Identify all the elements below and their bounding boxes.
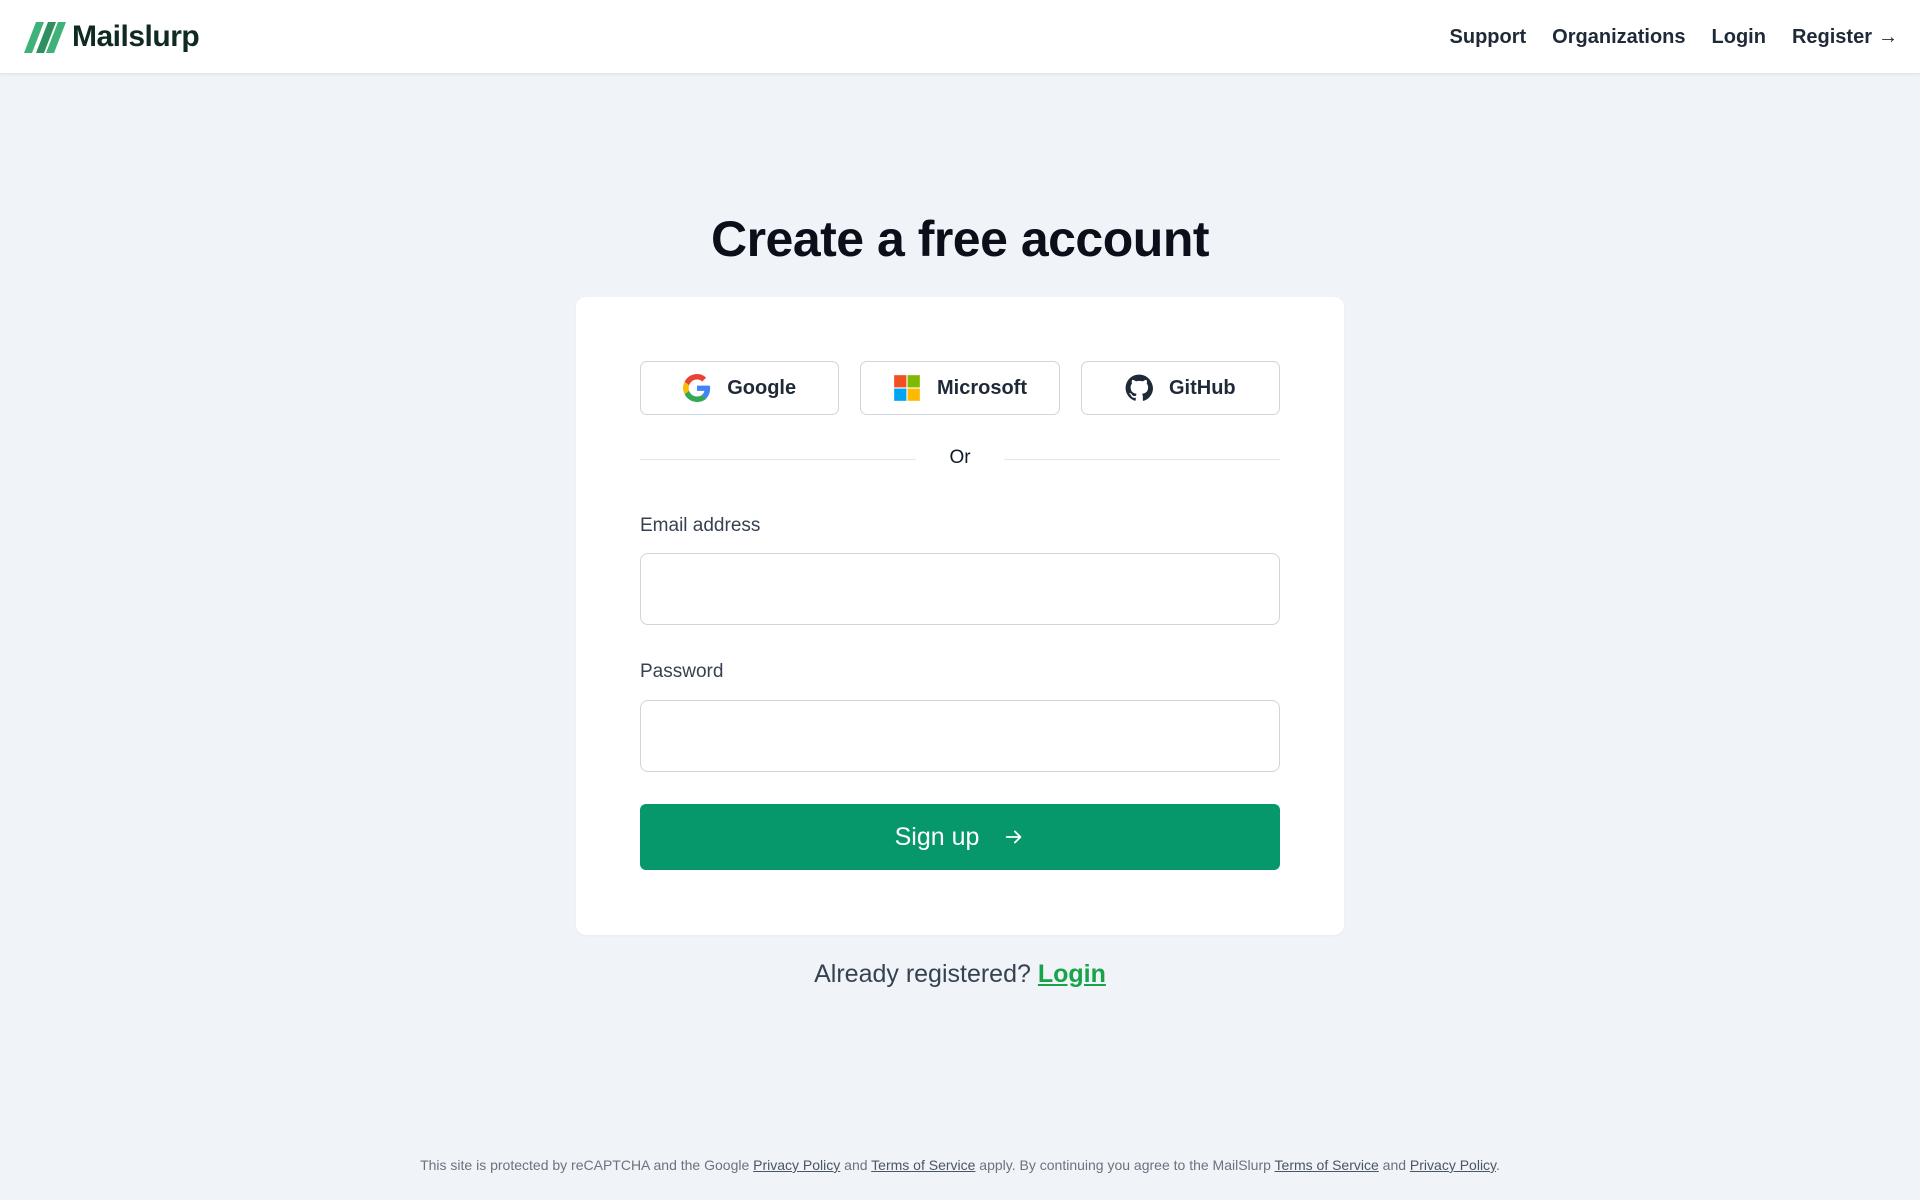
brand-logo[interactable]: Mailslurp <box>22 18 200 56</box>
microsoft-signin-button[interactable]: Microsoft <box>860 361 1060 415</box>
sign-up-label: Sign up <box>894 822 980 851</box>
footer-text-1: This site is protected by reCAPTCHA and … <box>420 1157 754 1173</box>
email-label: Email address <box>640 515 761 536</box>
signup-card: Google Microsoft GitHub Or Email address… <box>576 297 1344 935</box>
email-field[interactable] <box>640 553 1280 625</box>
microsoft-label: Microsoft <box>936 376 1027 399</box>
footer-text-2: apply. By continuing you agree to the Ma… <box>975 1157 1275 1173</box>
brand-name: Mailslurp <box>72 20 200 53</box>
google-terms-link[interactable]: Terms of Service <box>871 1157 975 1173</box>
recaptcha-footer: This site is protected by reCAPTCHA and … <box>0 1157 1920 1173</box>
footer-and-1: and <box>840 1157 872 1173</box>
nav-login[interactable]: Login <box>1712 26 1766 49</box>
top-navbar: Mailslurp Support Organizations Login Re… <box>0 0 1920 74</box>
nav-organizations[interactable]: Organizations <box>1552 26 1685 49</box>
footer-and-2: and <box>1378 1157 1410 1173</box>
github-signin-button[interactable]: GitHub <box>1080 361 1280 415</box>
mailslurp-privacy-link[interactable]: Privacy Policy <box>1410 1157 1496 1173</box>
google-label: Google <box>727 376 797 399</box>
page-title: Create a free account <box>710 211 1210 267</box>
sign-up-button[interactable]: Sign up <box>640 804 1280 870</box>
nav-register-label: Register <box>1791 25 1872 48</box>
google-signin-button[interactable]: Google <box>640 361 840 415</box>
password-label: Password <box>640 661 724 682</box>
already-registered-text: Already registered? <box>814 960 1031 988</box>
or-divider: Or <box>640 447 1280 471</box>
divider-line-right <box>1004 459 1280 460</box>
arrow-right-icon: → <box>1878 25 1898 48</box>
divider-text: Or <box>949 447 971 468</box>
microsoft-icon <box>894 375 920 401</box>
github-label: GitHub <box>1168 376 1236 399</box>
arrow-right-icon <box>1006 830 1022 844</box>
footer-end: . <box>1496 1157 1500 1173</box>
password-field[interactable] <box>640 700 1280 772</box>
oauth-buttons: Google Microsoft GitHub <box>640 361 1280 415</box>
mailslurp-terms-link[interactable]: Terms of Service <box>1275 1157 1379 1173</box>
nav-support[interactable]: Support <box>1450 26 1527 49</box>
github-icon <box>1125 374 1153 401</box>
nav-links: Support Organizations Login Register → <box>1450 0 1898 74</box>
google-icon <box>683 374 711 402</box>
mailslurp-logo-icon <box>24 22 66 53</box>
login-link[interactable]: Login <box>1038 960 1106 988</box>
nav-register[interactable]: Register → <box>1792 26 1898 49</box>
google-privacy-link[interactable]: Privacy Policy <box>753 1157 840 1173</box>
already-registered: Already registered? Login <box>0 960 1920 989</box>
